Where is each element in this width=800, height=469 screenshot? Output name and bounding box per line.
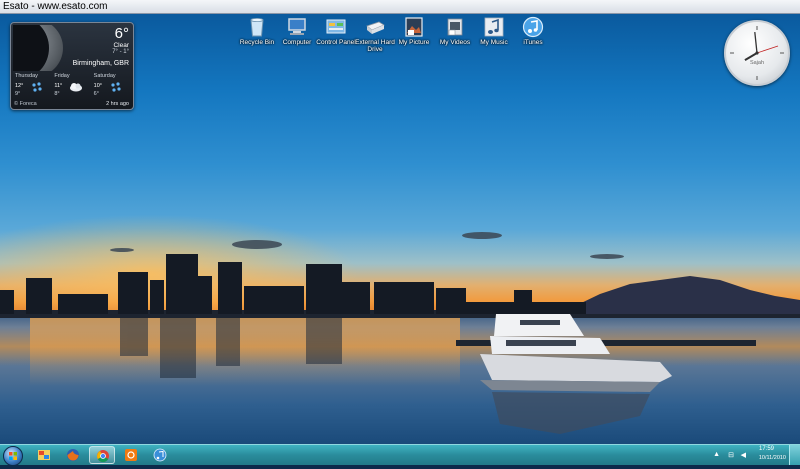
rain-icon: [111, 82, 121, 92]
start-button[interactable]: [3, 446, 23, 466]
forecast-low: 6°: [93, 91, 99, 97]
tray-date[interactable]: 10/11/2010: [759, 455, 786, 461]
weather-forecast: Thursday 12° 9° Friday 11° 8° Saturday 1…: [13, 73, 131, 101]
taskbar: ▲ ⊟ ◀ 17:59 10/11/2010: [0, 444, 800, 466]
taskbar-item-media-player[interactable]: [118, 446, 144, 464]
forecast-low: 8°: [54, 91, 60, 97]
system-tray: ▲ ⊟ ◀ 17:59 10/11/2010: [710, 445, 800, 465]
taskbar-item-itunes[interactable]: [147, 446, 173, 464]
media-player-icon: [125, 449, 137, 461]
forecast-high: 11°: [54, 83, 63, 89]
itunes-icon: [522, 16, 544, 38]
boat-reflection: [492, 392, 650, 434]
weather-city: Birmingham, GBR: [72, 60, 129, 67]
weather-gadget[interactable]: 6° Clear 7° - 1° Birmingham, GBR Thursda…: [10, 22, 134, 110]
forecast-high: 10°: [93, 83, 102, 89]
weather-condition: Clear: [113, 42, 129, 49]
firefox-icon: [67, 449, 79, 461]
show-hidden-icons-icon[interactable]: ▲: [713, 451, 720, 458]
weather-temperature: 6°: [114, 25, 129, 42]
desktop-icon-label: iTunes: [523, 39, 543, 46]
clock-second-hand: [756, 45, 779, 54]
forecast-high: 12°: [15, 83, 24, 89]
desktop-icon-label: Computer: [282, 39, 312, 46]
weather-updated: 2 hrs ago: [106, 101, 129, 107]
forecast-low: 9°: [15, 91, 21, 97]
taskbar-item-chrome[interactable]: [89, 446, 115, 464]
desktop-icon-computer[interactable]: Computer: [277, 16, 317, 46]
forecast-day-name: Friday: [54, 73, 70, 79]
desktop-icon-my-picture[interactable]: My Picture: [394, 16, 434, 46]
buildings: [0, 254, 586, 314]
videos-icon: [444, 16, 466, 38]
paint-icon: [38, 450, 50, 460]
weather-source: © Foreca: [14, 101, 37, 107]
desktop-icon-itunes[interactable]: iTunes: [513, 16, 553, 46]
external-drive-icon: [364, 16, 386, 38]
desktop-icon-label: Control Panel: [316, 39, 356, 46]
forecast-day-name: Saturday: [93, 73, 116, 79]
network-icon[interactable]: ⊟: [728, 451, 734, 459]
recycle-bin-icon: [246, 16, 268, 38]
desktop-icon-label: My Videos: [439, 39, 471, 46]
desktop-icon-my-videos[interactable]: My Videos: [435, 16, 475, 46]
desktop[interactable]: 6° Clear 7° - 1° Birmingham, GBR Thursda…: [0, 14, 800, 444]
pictures-icon: [403, 16, 425, 38]
desktop-icon-label: Recycle Bin: [239, 39, 275, 46]
control-panel-icon: [325, 16, 347, 38]
desktop-icon-external-drive[interactable]: External Hard Drive: [355, 16, 395, 53]
music-icon: [483, 16, 505, 38]
desktop-icon-control-panel[interactable]: Control Panel: [316, 16, 356, 46]
forecast-day-name: Thursday: [15, 73, 38, 79]
forecast-day: Friday 11° 8°: [52, 73, 91, 101]
show-desktop-button[interactable]: [789, 445, 800, 465]
tray-time[interactable]: 17:59: [759, 446, 774, 452]
itunes-taskbar-icon: [153, 448, 167, 462]
desktop-icon-recycle-bin[interactable]: Recycle Bin: [237, 16, 277, 46]
desktop-icon-label: My Picture: [398, 39, 430, 46]
rain-icon: [32, 82, 42, 92]
chrome-icon: [97, 450, 109, 463]
window-title: Esato - www.esato.com: [0, 0, 800, 14]
forecast-day: Thursday 12° 9°: [13, 73, 52, 101]
boat: [480, 314, 672, 392]
clock-face: [730, 26, 784, 80]
desktop-icon-label: My Music: [480, 39, 508, 46]
taskbar-item-paint[interactable]: [31, 446, 57, 464]
weather-hilo: 7° - 1°: [112, 49, 129, 55]
desktop-icon-label: External Hard Drive: [355, 39, 395, 53]
volume-icon[interactable]: ◀: [741, 451, 746, 459]
clock-minute-hand: [754, 32, 758, 54]
computer-icon: [286, 16, 308, 38]
reflections: [120, 318, 342, 378]
windows-logo-icon: [9, 452, 17, 460]
moon-icon: [13, 25, 71, 71]
cloud-icon: [70, 83, 83, 92]
desktop-icon-my-music[interactable]: My Music: [474, 16, 514, 46]
clock-label: Sajah: [749, 60, 765, 66]
mountains: [575, 276, 800, 314]
forecast-day: Saturday 10° 6°: [92, 73, 131, 101]
clock-gadget[interactable]: Sajah: [724, 20, 790, 86]
taskbar-item-firefox[interactable]: [60, 446, 86, 464]
